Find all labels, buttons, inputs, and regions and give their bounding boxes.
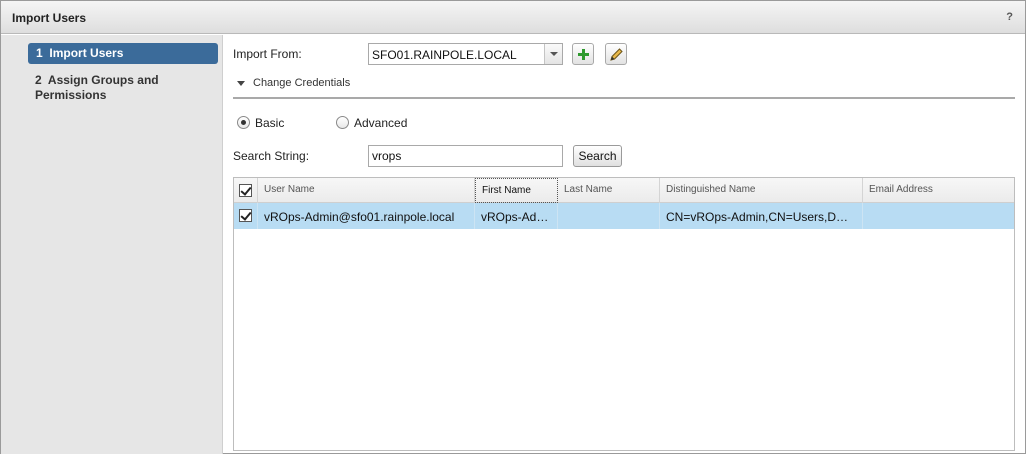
wizard-step-assign-groups[interactable]: 2 Assign Groups and Permissions <box>28 73 218 103</box>
radio-basic-label: Basic <box>255 116 285 130</box>
wizard-sidebar: 1 Import Users 2 Assign Groups and Permi… <box>1 35 223 454</box>
select-all-checkbox[interactable] <box>239 184 252 197</box>
dialog-titlebar: Import Users ? <box>1 1 1025 34</box>
change-credentials-label: Change Credentials <box>253 77 351 89</box>
cell-last-name <box>558 203 660 229</box>
step-label: Assign Groups and Permissions <box>35 73 159 102</box>
help-icon[interactable]: ? <box>1006 11 1013 23</box>
chevron-down-icon[interactable] <box>544 44 562 64</box>
radio-advanced-label: Advanced <box>354 116 408 130</box>
column-header-user-name[interactable]: User Name <box>258 178 475 203</box>
add-source-button[interactable] <box>572 43 594 65</box>
dialog-title: Import Users <box>12 11 87 25</box>
caret-down-icon <box>237 81 245 86</box>
users-table: User Name First Name Last Name Distingui… <box>233 177 1015 451</box>
search-input[interactable] <box>368 145 563 167</box>
cell-distinguished-name: CN=vROps-Admin,CN=Users,D… <box>660 203 863 229</box>
select-all-cell <box>234 178 258 203</box>
step-number: 1 <box>36 46 43 60</box>
search-string-label: Search String: <box>233 149 310 163</box>
cell-first-name: vROps-Ad… <box>475 203 558 229</box>
edit-source-button[interactable] <box>605 43 627 65</box>
row-select-cell <box>234 203 258 229</box>
column-header-email[interactable]: Email Address <box>863 178 1014 203</box>
import-from-label: Import From: <box>233 47 302 61</box>
column-header-distinguished-name[interactable]: Distinguished Name <box>660 178 863 203</box>
section-divider <box>233 97 1015 99</box>
step-label: Import Users <box>49 46 124 60</box>
table-header: User Name First Name Last Name Distingui… <box>234 178 1014 203</box>
import-users-dialog: Import Users ? 1 Import Users 2 Assign G… <box>0 0 1026 454</box>
radio-advanced-dot[interactable] <box>336 116 349 129</box>
row-checkbox[interactable] <box>239 209 252 222</box>
import-from-value: SFO01.RAINPOLE.LOCAL <box>372 48 517 62</box>
wizard-step-import-users[interactable]: 1 Import Users <box>28 43 218 64</box>
cell-email <box>863 203 1014 229</box>
pencil-icon <box>610 48 623 61</box>
cell-user-name: vROps-Admin@sfo01.rainpole.local <box>258 203 475 229</box>
radio-basic-dot[interactable] <box>237 116 250 129</box>
column-header-first-name[interactable]: First Name <box>475 178 558 203</box>
step-number: 2 <box>35 73 42 87</box>
import-from-select[interactable]: SFO01.RAINPOLE.LOCAL <box>368 43 563 65</box>
table-row[interactable]: vROps-Admin@sfo01.rainpole.local vROps-A… <box>234 203 1014 229</box>
search-button[interactable]: Search <box>573 145 622 167</box>
wizard-content: Import From: SFO01.RAINPOLE.LOCAL Change… <box>224 35 1025 454</box>
column-header-last-name[interactable]: Last Name <box>558 178 660 203</box>
